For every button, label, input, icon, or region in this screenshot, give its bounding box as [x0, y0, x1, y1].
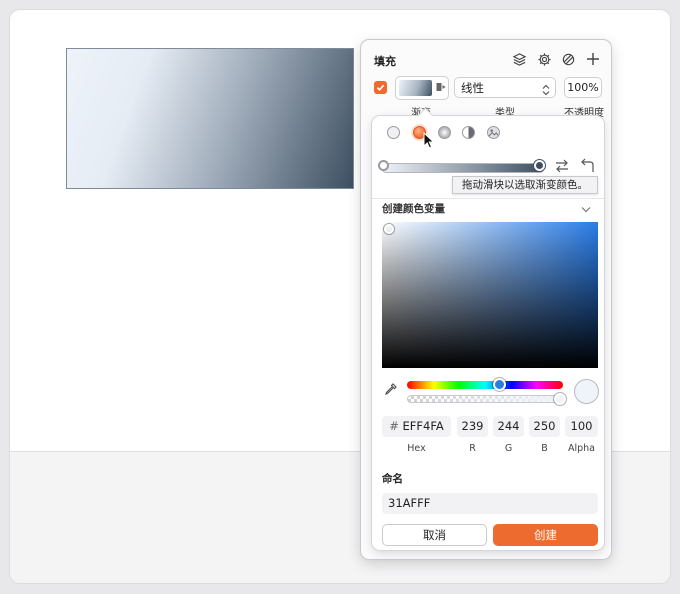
swap-arrows-icon[interactable] — [554, 159, 570, 176]
color-preview — [574, 379, 599, 404]
create-variable-title: 创建颜色变量 — [382, 203, 445, 215]
layers-icon[interactable] — [511, 51, 527, 67]
g-label: G — [504, 443, 513, 454]
variable-name-input[interactable]: 31AFFF — [382, 493, 598, 514]
mouse-cursor-icon — [423, 131, 435, 152]
hue-slider-thumb[interactable] — [493, 378, 506, 391]
panel-title: 填充 — [374, 55, 396, 68]
chevron-down-icon[interactable] — [581, 203, 591, 216]
swatch-variable-icon — [436, 82, 446, 95]
solid-type-button[interactable] — [387, 126, 400, 139]
gradient-rectangle[interactable] — [66, 48, 354, 189]
style-icon[interactable] — [560, 51, 576, 67]
fill-panel: 填充 线性 100% 类型 不透明度 拖动滑块以选取渐变颜色。 创建颜色变量 #… — [361, 40, 611, 559]
hex-input[interactable]: # EFF4FA — [382, 416, 451, 437]
hex-value: EFF4FA — [402, 419, 444, 433]
gradient-stop-start[interactable] — [378, 160, 389, 171]
alpha-slider[interactable] — [407, 395, 563, 403]
alpha-slider-thumb[interactable] — [554, 393, 566, 405]
hex-prefix: # — [389, 419, 399, 433]
divider — [372, 198, 604, 199]
gradient-slider-track[interactable] — [382, 163, 544, 173]
rotate-back-icon[interactable] — [581, 158, 595, 176]
fill-enabled-checkbox[interactable] — [374, 81, 387, 94]
gradient-editor-popover: 拖动滑块以选取渐变颜色。 创建颜色变量 # EFF4FA 239 244 250 — [372, 116, 604, 550]
name-section-title: 命名 — [382, 473, 403, 485]
b-input[interactable]: 250 — [529, 416, 560, 437]
image-fill-button[interactable] — [487, 126, 500, 139]
eyedropper-icon[interactable] — [384, 382, 398, 399]
radial-gradient-button[interactable] — [438, 126, 451, 139]
hex-label: Hex — [407, 443, 426, 454]
plus-icon[interactable] — [585, 51, 601, 67]
g-input[interactable]: 244 — [493, 416, 524, 437]
fill-type-value: 线性 — [461, 81, 484, 95]
color-picker-handle[interactable] — [384, 224, 394, 234]
saturation-brightness-field[interactable] — [382, 222, 598, 368]
hue-slider[interactable] — [407, 381, 563, 389]
gear-icon[interactable] — [536, 51, 552, 67]
create-button[interactable]: 创建 — [493, 524, 598, 546]
alpha-label: Alpha — [567, 443, 595, 454]
chevron-updown-icon — [542, 82, 550, 103]
cancel-button[interactable]: 取消 — [382, 524, 487, 546]
image-icon — [488, 129, 499, 137]
angular-gradient-button[interactable] — [462, 126, 475, 139]
gradient-tooltip: 拖动滑块以选取渐变颜色。 — [452, 176, 598, 194]
r-input[interactable]: 239 — [457, 416, 488, 437]
opacity-input[interactable]: 100% — [564, 77, 602, 98]
r-label: R — [469, 443, 476, 454]
gradient-stop-end[interactable] — [534, 160, 545, 171]
fill-type-select[interactable]: 线性 — [454, 77, 556, 98]
b-label: B — [541, 443, 548, 454]
fill-swatch[interactable] — [395, 76, 449, 100]
alpha-input[interactable]: 100 — [565, 416, 598, 437]
gradient-swatch-preview — [399, 80, 432, 96]
